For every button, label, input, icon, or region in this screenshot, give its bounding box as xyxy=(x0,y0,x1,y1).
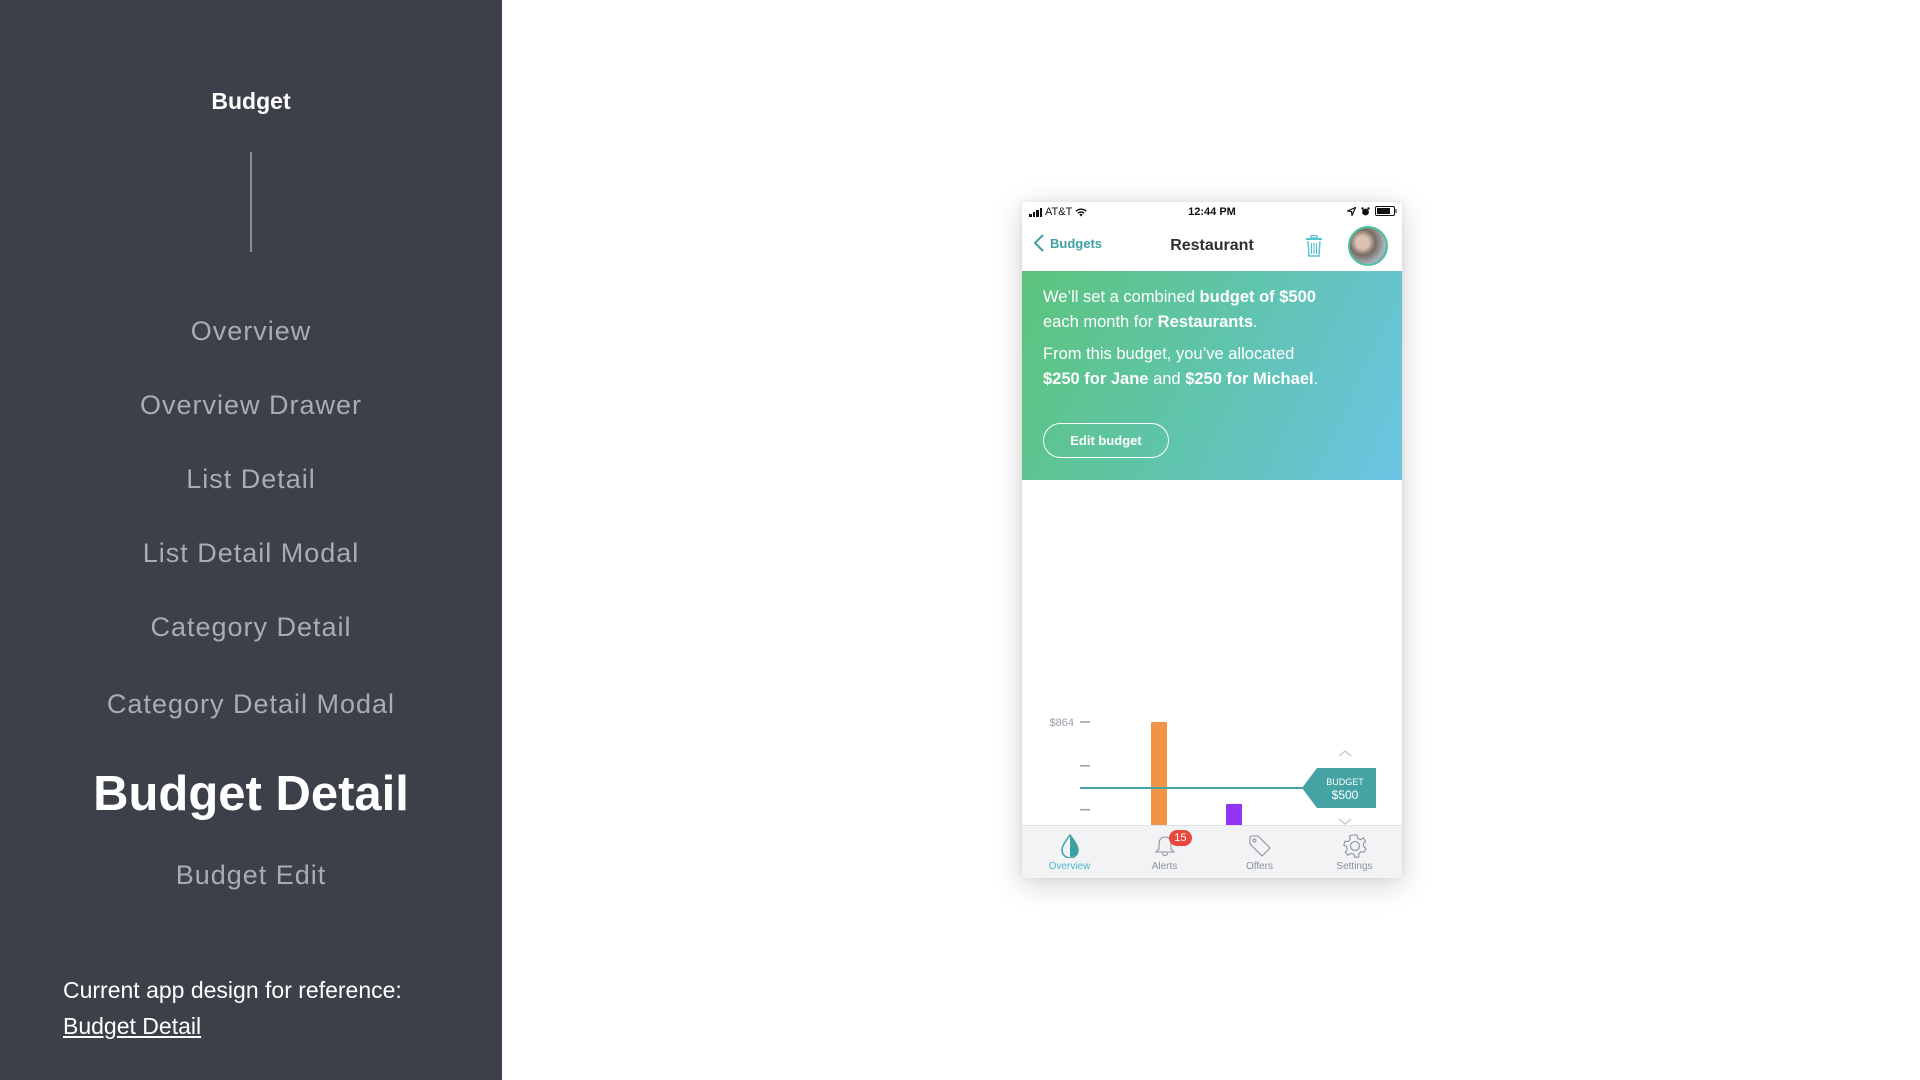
summary-budget-amount: budget of $500 xyxy=(1199,288,1316,306)
reference-link[interactable]: Budget Detail xyxy=(63,1008,402,1044)
sidebar-divider xyxy=(250,152,252,252)
battery-icon xyxy=(1375,206,1397,216)
tab-settings[interactable]: Settings xyxy=(1307,826,1402,878)
alerts-badge: 15 xyxy=(1169,830,1192,846)
location-icon xyxy=(1347,206,1356,216)
status-bar: AT&T 12:44 PM xyxy=(1022,202,1402,222)
tab-overview[interactable]: Overview xyxy=(1022,826,1117,878)
budget-summary-banner: We’ll set a combined budget of $500 each… xyxy=(1022,271,1402,480)
allocation-michael: $250 for Michael xyxy=(1185,370,1314,388)
tab-label: Alerts xyxy=(1151,861,1178,872)
budget-summary-text: We’ll set a combined budget of $500 each… xyxy=(1043,285,1388,335)
sidebar-item-list-detail[interactable]: List Detail xyxy=(0,464,502,495)
overview-drop-icon xyxy=(1060,834,1079,858)
sidebar-section-title: Budget xyxy=(211,88,291,114)
page-title: Restaurant xyxy=(1170,237,1254,254)
tab-label: Overview xyxy=(1048,861,1091,872)
budget-tag-label: BUDGET xyxy=(1326,777,1364,787)
allocation-text: and xyxy=(1148,370,1186,388)
summary-text: each month for xyxy=(1043,313,1158,331)
tab-alerts[interactable]: 15 Alerts xyxy=(1117,826,1212,878)
tag-icon xyxy=(1248,835,1271,857)
nav-bar: Budgets Restaurant xyxy=(1022,222,1402,271)
sidebar-item-category-detail[interactable]: Category Detail xyxy=(0,612,502,643)
spending-chart: $864$0BUDGET$500 xyxy=(1022,480,1402,825)
summary-text: . xyxy=(1253,313,1258,331)
gear-icon xyxy=(1342,834,1367,858)
tab-label: Settings xyxy=(1336,861,1373,872)
budget-tag-value: $500 xyxy=(1332,788,1359,802)
reference-text: Current app design for reference: xyxy=(63,977,402,1003)
tab-bar: Overview 15 Alerts Offers Settings xyxy=(1022,825,1402,878)
summary-text: We’ll set a combined xyxy=(1043,288,1200,306)
summary-category: Restaurants xyxy=(1157,313,1254,331)
sidebar-item-category-detail-modal[interactable]: Category Detail Modal xyxy=(0,689,502,720)
sidebar: Budget Overview Overview Drawer List Det… xyxy=(0,0,502,1080)
allocation-intro: From this budget, you’ve allocated xyxy=(1043,345,1295,363)
sidebar-item-budget-detail[interactable]: Budget Detail xyxy=(0,766,502,822)
sidebar-item-list-detail-modal[interactable]: List Detail Modal xyxy=(0,538,502,569)
phone-screen: AT&T 12:44 PM Budgets Restaurant We’ll s… xyxy=(1022,202,1402,878)
allocation-text: From this budget, you’ve allocated $250 … xyxy=(1043,342,1388,392)
status-time: 12:44 PM xyxy=(1188,206,1236,218)
chevron-up-icon[interactable] xyxy=(1338,750,1352,757)
tab-label: Offers xyxy=(1245,861,1274,872)
bar-segment-orange xyxy=(1151,722,1167,825)
y-tick-label: $864 xyxy=(1050,717,1074,729)
edit-budget-button[interactable]: Edit budget xyxy=(1043,423,1169,458)
reference-note: Current app design for reference: Budget… xyxy=(63,972,402,1044)
sidebar-item-budget-edit[interactable]: Budget Edit xyxy=(0,860,502,891)
chevron-down-icon[interactable] xyxy=(1338,818,1352,825)
chart-svg: $864$0BUDGET$500 xyxy=(1050,717,1376,825)
avatar[interactable] xyxy=(1348,226,1388,266)
tab-offers[interactable]: Offers xyxy=(1212,826,1307,878)
sidebar-item-overview[interactable]: Overview xyxy=(0,316,502,347)
allocation-jane: $250 for Jane xyxy=(1043,370,1149,388)
sidebar-item-overview-drawer[interactable]: Overview Drawer xyxy=(0,390,502,421)
trash-icon[interactable] xyxy=(1305,235,1323,257)
allocation-text: . xyxy=(1313,370,1319,388)
alarm-icon xyxy=(1361,206,1370,215)
bar-segment-purple xyxy=(1226,803,1242,825)
